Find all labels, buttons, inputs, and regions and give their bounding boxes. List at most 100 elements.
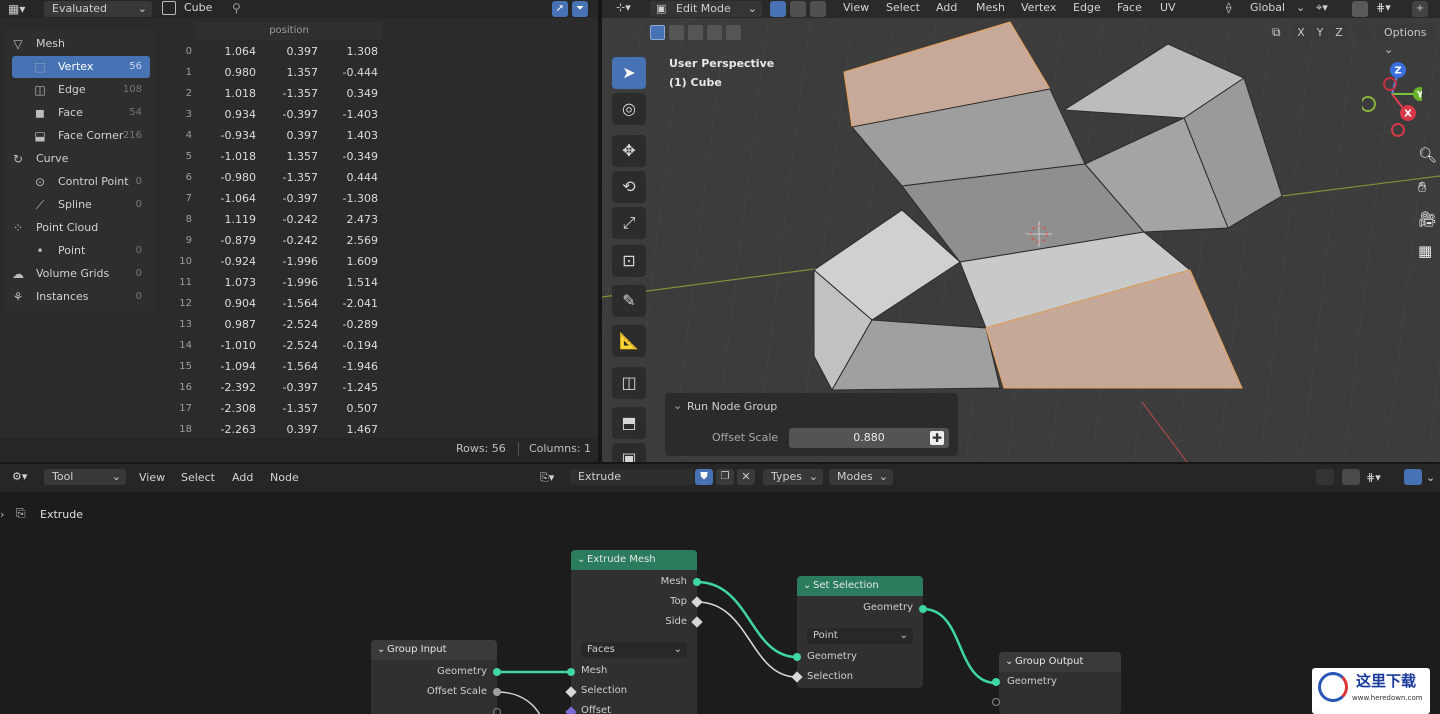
extrude-mode-dropdown[interactable]: Faces ⌄ — [581, 642, 687, 658]
mirror-topology-icon[interactable] — [1354, 24, 1370, 41]
annotate-tool-icon[interactable]: ✎ — [612, 285, 646, 317]
tree-item-point-cloud[interactable]: ⁘ Point Cloud — [8, 217, 150, 239]
zoom-icon[interactable]: 🔍︎ — [1418, 146, 1437, 164]
tree-item-mesh[interactable]: ▽ Mesh — [8, 33, 150, 55]
sidebar-toggle-icon[interactable] — [1316, 469, 1334, 485]
node-extrude-mesh[interactable]: ⌄ Extrude Mesh Mesh Top Side Faces ⌄ Mes… — [571, 550, 697, 714]
tree-item-vertex[interactable]: ⬚ Vertex 56 — [12, 56, 150, 78]
output-socket-empty[interactable] — [493, 708, 501, 714]
output-socket-geometry[interactable] — [493, 668, 501, 676]
redo-panel-title[interactable]: Run Node Group — [687, 400, 777, 413]
modes-dropdown[interactable]: Modes ⌄ — [829, 469, 893, 485]
menu-node[interactable]: Node — [270, 470, 299, 488]
node-header[interactable]: ⌄ Group Input — [371, 640, 497, 660]
move-tool-icon[interactable]: ✥ — [612, 135, 646, 167]
pivot-icon[interactable]: ⌖▾ — [1316, 0, 1328, 18]
pan-hand-icon[interactable]: ✋︎ — [1418, 178, 1427, 196]
tree-item-curve[interactable]: ↻ Curve — [8, 148, 150, 170]
snap-icon[interactable]: ⋕▾ — [1366, 470, 1381, 488]
menu-uv[interactable]: UV — [1160, 0, 1176, 18]
node-editor[interactable]: ⌄ Group Input Geometry Offset Scale ⌄ Ex… — [0, 464, 1440, 714]
scale-tool-icon[interactable]: ⤢ — [612, 207, 646, 239]
tool-dropdown[interactable]: Tool ⌄ — [44, 469, 126, 485]
object-name[interactable]: Cube — [184, 0, 212, 16]
gizmo-neg-x-axis[interactable] — [1391, 123, 1405, 137]
transform-tool-icon[interactable]: ⊡ — [612, 245, 646, 277]
tree-item-instances[interactable]: ⚘ Instances 0 — [8, 286, 150, 308]
select-invert-icon[interactable] — [707, 25, 722, 40]
proportional-edit-toggle[interactable]: + — [1412, 1, 1428, 17]
mirror-y-toggle[interactable]: Y — [1311, 24, 1329, 41]
tree-item-control-point[interactable]: ⊙ Control Point 0 — [12, 171, 150, 193]
menu-add[interactable]: Add — [232, 470, 253, 488]
node-group-output[interactable]: ⌄ Group Output Geometry — [999, 652, 1121, 714]
select-subtract-icon[interactable] — [688, 25, 703, 40]
tree-item-spline[interactable]: ⟋ Spline 0 — [12, 194, 150, 216]
display-mode-dropdown[interactable]: Evaluated ⌄ — [44, 1, 152, 17]
output-socket-geometry[interactable] — [919, 605, 927, 613]
keyframe-icon[interactable]: ✚ — [930, 431, 944, 445]
options-dropdown[interactable]: Options ⌄ — [1376, 24, 1436, 56]
editor-type-icon[interactable]: ⊹▾ — [616, 0, 631, 18]
measure-tool-icon[interactable]: 📐 — [612, 325, 646, 357]
menu-add[interactable]: Add — [936, 0, 957, 18]
select-intersect-icon[interactable] — [726, 25, 741, 40]
duplicate-icon[interactable]: ❐ — [716, 469, 734, 485]
add-cube-tool-icon[interactable]: ◫ — [612, 367, 646, 399]
area-divider-vertical[interactable] — [598, 0, 602, 462]
fake-user-shield-icon[interactable]: ⛊ — [695, 469, 713, 485]
node-header[interactable]: ⌄ Group Output — [999, 652, 1121, 672]
tree-item-volume-grids[interactable]: ☁ Volume Grids 0 — [8, 263, 150, 285]
tree-item-face-corner[interactable]: ⬓ Face Corner 216 — [12, 125, 150, 147]
node-set-selection[interactable]: ⌄ Set Selection Geometry Point ⌄ Geometr… — [797, 576, 923, 688]
menu-mesh[interactable]: Mesh — [976, 0, 1005, 18]
mode-dropdown[interactable]: ▣ Edit Mode ⌄ — [650, 1, 762, 17]
face-select-button[interactable] — [810, 1, 826, 17]
column-header-position[interactable]: position — [196, 22, 382, 40]
chevron-down-icon[interactable]: ⌄ — [1426, 470, 1435, 488]
tree-item-point[interactable]: • Point 0 — [12, 240, 150, 262]
rotate-tool-icon[interactable]: ⟲ — [612, 171, 646, 203]
types-dropdown[interactable]: Types ⌄ — [763, 469, 823, 485]
select-new-icon[interactable] — [650, 25, 665, 40]
camera-view-icon[interactable]: 🎥︎ — [1418, 210, 1437, 228]
snap-dropdown-icon[interactable]: ⋕▾ — [1376, 0, 1391, 18]
input-socket-geometry[interactable] — [992, 678, 1000, 686]
select-box-tool[interactable]: ➤ — [612, 57, 646, 89]
input-socket-empty[interactable] — [992, 698, 1000, 706]
filter-icon[interactable]: ⏷ — [572, 1, 588, 17]
node-tree-icon[interactable]: ⎘▾ — [540, 470, 554, 488]
mirror-x-toggle[interactable]: X — [1292, 24, 1310, 41]
tree-item-face[interactable]: ◼ Face 54 — [12, 102, 150, 124]
node-group-field[interactable]: Extrude — [570, 469, 694, 485]
node-group-input[interactable]: ⌄ Group Input Geometry Offset Scale — [371, 640, 497, 714]
menu-view[interactable]: View — [843, 0, 869, 18]
snap-toggle[interactable] — [1352, 1, 1368, 17]
perspective-toggle-icon[interactable]: ▦ — [1418, 242, 1432, 260]
extrude-tool-icon[interactable]: ⬒ — [612, 407, 646, 439]
menu-select[interactable]: Select — [886, 0, 920, 18]
menu-face[interactable]: Face — [1117, 0, 1142, 18]
vertex-select-button[interactable] — [770, 1, 786, 17]
menu-edge[interactable]: Edge — [1073, 0, 1101, 18]
editor-type-icon[interactable]: ▦▾ — [8, 1, 38, 17]
overlays-icon[interactable] — [1404, 469, 1422, 485]
chevron-down-icon[interactable]: ⌄ — [673, 399, 682, 412]
menu-view[interactable]: View — [139, 470, 165, 488]
selected-only-toggle[interactable]: ➚ — [552, 1, 568, 17]
overlay-toggle-icon[interactable] — [1342, 469, 1360, 485]
close-icon[interactable]: ✕ — [737, 469, 755, 485]
editor-type-icon[interactable]: ⚙▾ — [12, 469, 27, 487]
menu-select[interactable]: Select — [181, 470, 215, 488]
mirror-z-toggle[interactable]: Z — [1330, 24, 1348, 41]
output-socket-offset-scale[interactable] — [493, 688, 501, 696]
pin-icon[interactable]: ⚲ — [232, 0, 241, 16]
navigation-gizmo[interactable]: Z Y X — [1362, 58, 1422, 138]
tree-item-edge[interactable]: ◫ Edge 108 — [12, 79, 150, 101]
cursor-tool-icon[interactable]: ◎ — [612, 93, 646, 125]
transform-orientation-dropdown[interactable]: Global — [1250, 0, 1285, 18]
select-extend-icon[interactable] — [669, 25, 684, 40]
offset-scale-field[interactable]: 0.880 — [789, 428, 949, 448]
node-header[interactable]: ⌄ Set Selection — [797, 576, 923, 596]
menu-vertex[interactable]: Vertex — [1021, 0, 1056, 18]
